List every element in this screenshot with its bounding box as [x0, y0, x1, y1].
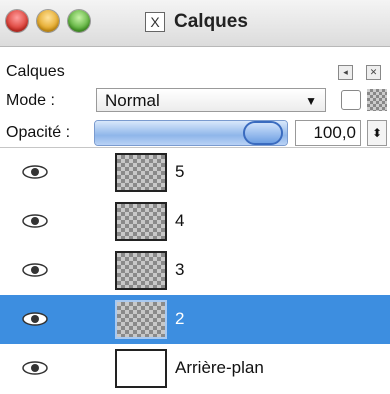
layer-row[interactable]: Arrière-plan — [0, 344, 390, 393]
eye-icon[interactable] — [22, 361, 48, 375]
panel-close-button[interactable]: ✕ — [366, 65, 381, 80]
transparency-icon — [367, 89, 387, 111]
opacity-spinner[interactable]: ⬍ — [367, 120, 387, 146]
mode-select[interactable]: Normal ▼ — [96, 88, 326, 112]
close-window-button[interactable] — [6, 10, 28, 32]
mode-value: Normal — [105, 91, 160, 110]
layer-name[interactable]: 5 — [175, 162, 184, 182]
opacity-slider-knob[interactable] — [243, 121, 283, 145]
eye-icon[interactable] — [22, 165, 48, 179]
layers-list: 5 4 3 2 Arrière-plan — [0, 148, 390, 393]
layer-thumbnail — [115, 153, 167, 192]
layer-name[interactable]: Arrière-plan — [175, 358, 264, 378]
eye-icon[interactable] — [22, 263, 48, 277]
layer-thumbnail — [115, 300, 167, 339]
mode-label: Mode : — [6, 92, 55, 109]
opacity-input[interactable]: 100,0 — [295, 120, 361, 146]
zoom-window-button[interactable] — [68, 10, 90, 32]
opacity-label: Opacité : — [6, 124, 71, 141]
layer-row-selected[interactable]: 2 — [0, 295, 390, 344]
layer-name[interactable]: 2 — [175, 309, 184, 329]
layer-row[interactable]: 3 — [0, 246, 390, 295]
window-title: Calques — [174, 11, 248, 32]
layer-thumbnail — [115, 349, 167, 388]
x11-icon: X — [145, 12, 165, 32]
keep-transparency-checkbox[interactable] — [341, 90, 361, 110]
eye-icon[interactable] — [22, 214, 48, 228]
layer-row[interactable]: 5 — [0, 148, 390, 197]
layer-name[interactable]: 4 — [175, 211, 184, 231]
layer-row[interactable]: 4 — [0, 197, 390, 246]
layer-name[interactable]: 3 — [175, 260, 184, 280]
title-bar: X Calques — [0, 0, 390, 47]
eye-icon[interactable] — [22, 312, 48, 326]
panel-label: Calques — [6, 63, 65, 80]
layer-thumbnail — [115, 202, 167, 241]
dropdown-arrow-icon: ▼ — [305, 94, 317, 108]
layer-thumbnail — [115, 251, 167, 290]
minimize-window-button[interactable] — [37, 10, 59, 32]
panel-menu-button[interactable]: ◂ — [338, 65, 353, 80]
